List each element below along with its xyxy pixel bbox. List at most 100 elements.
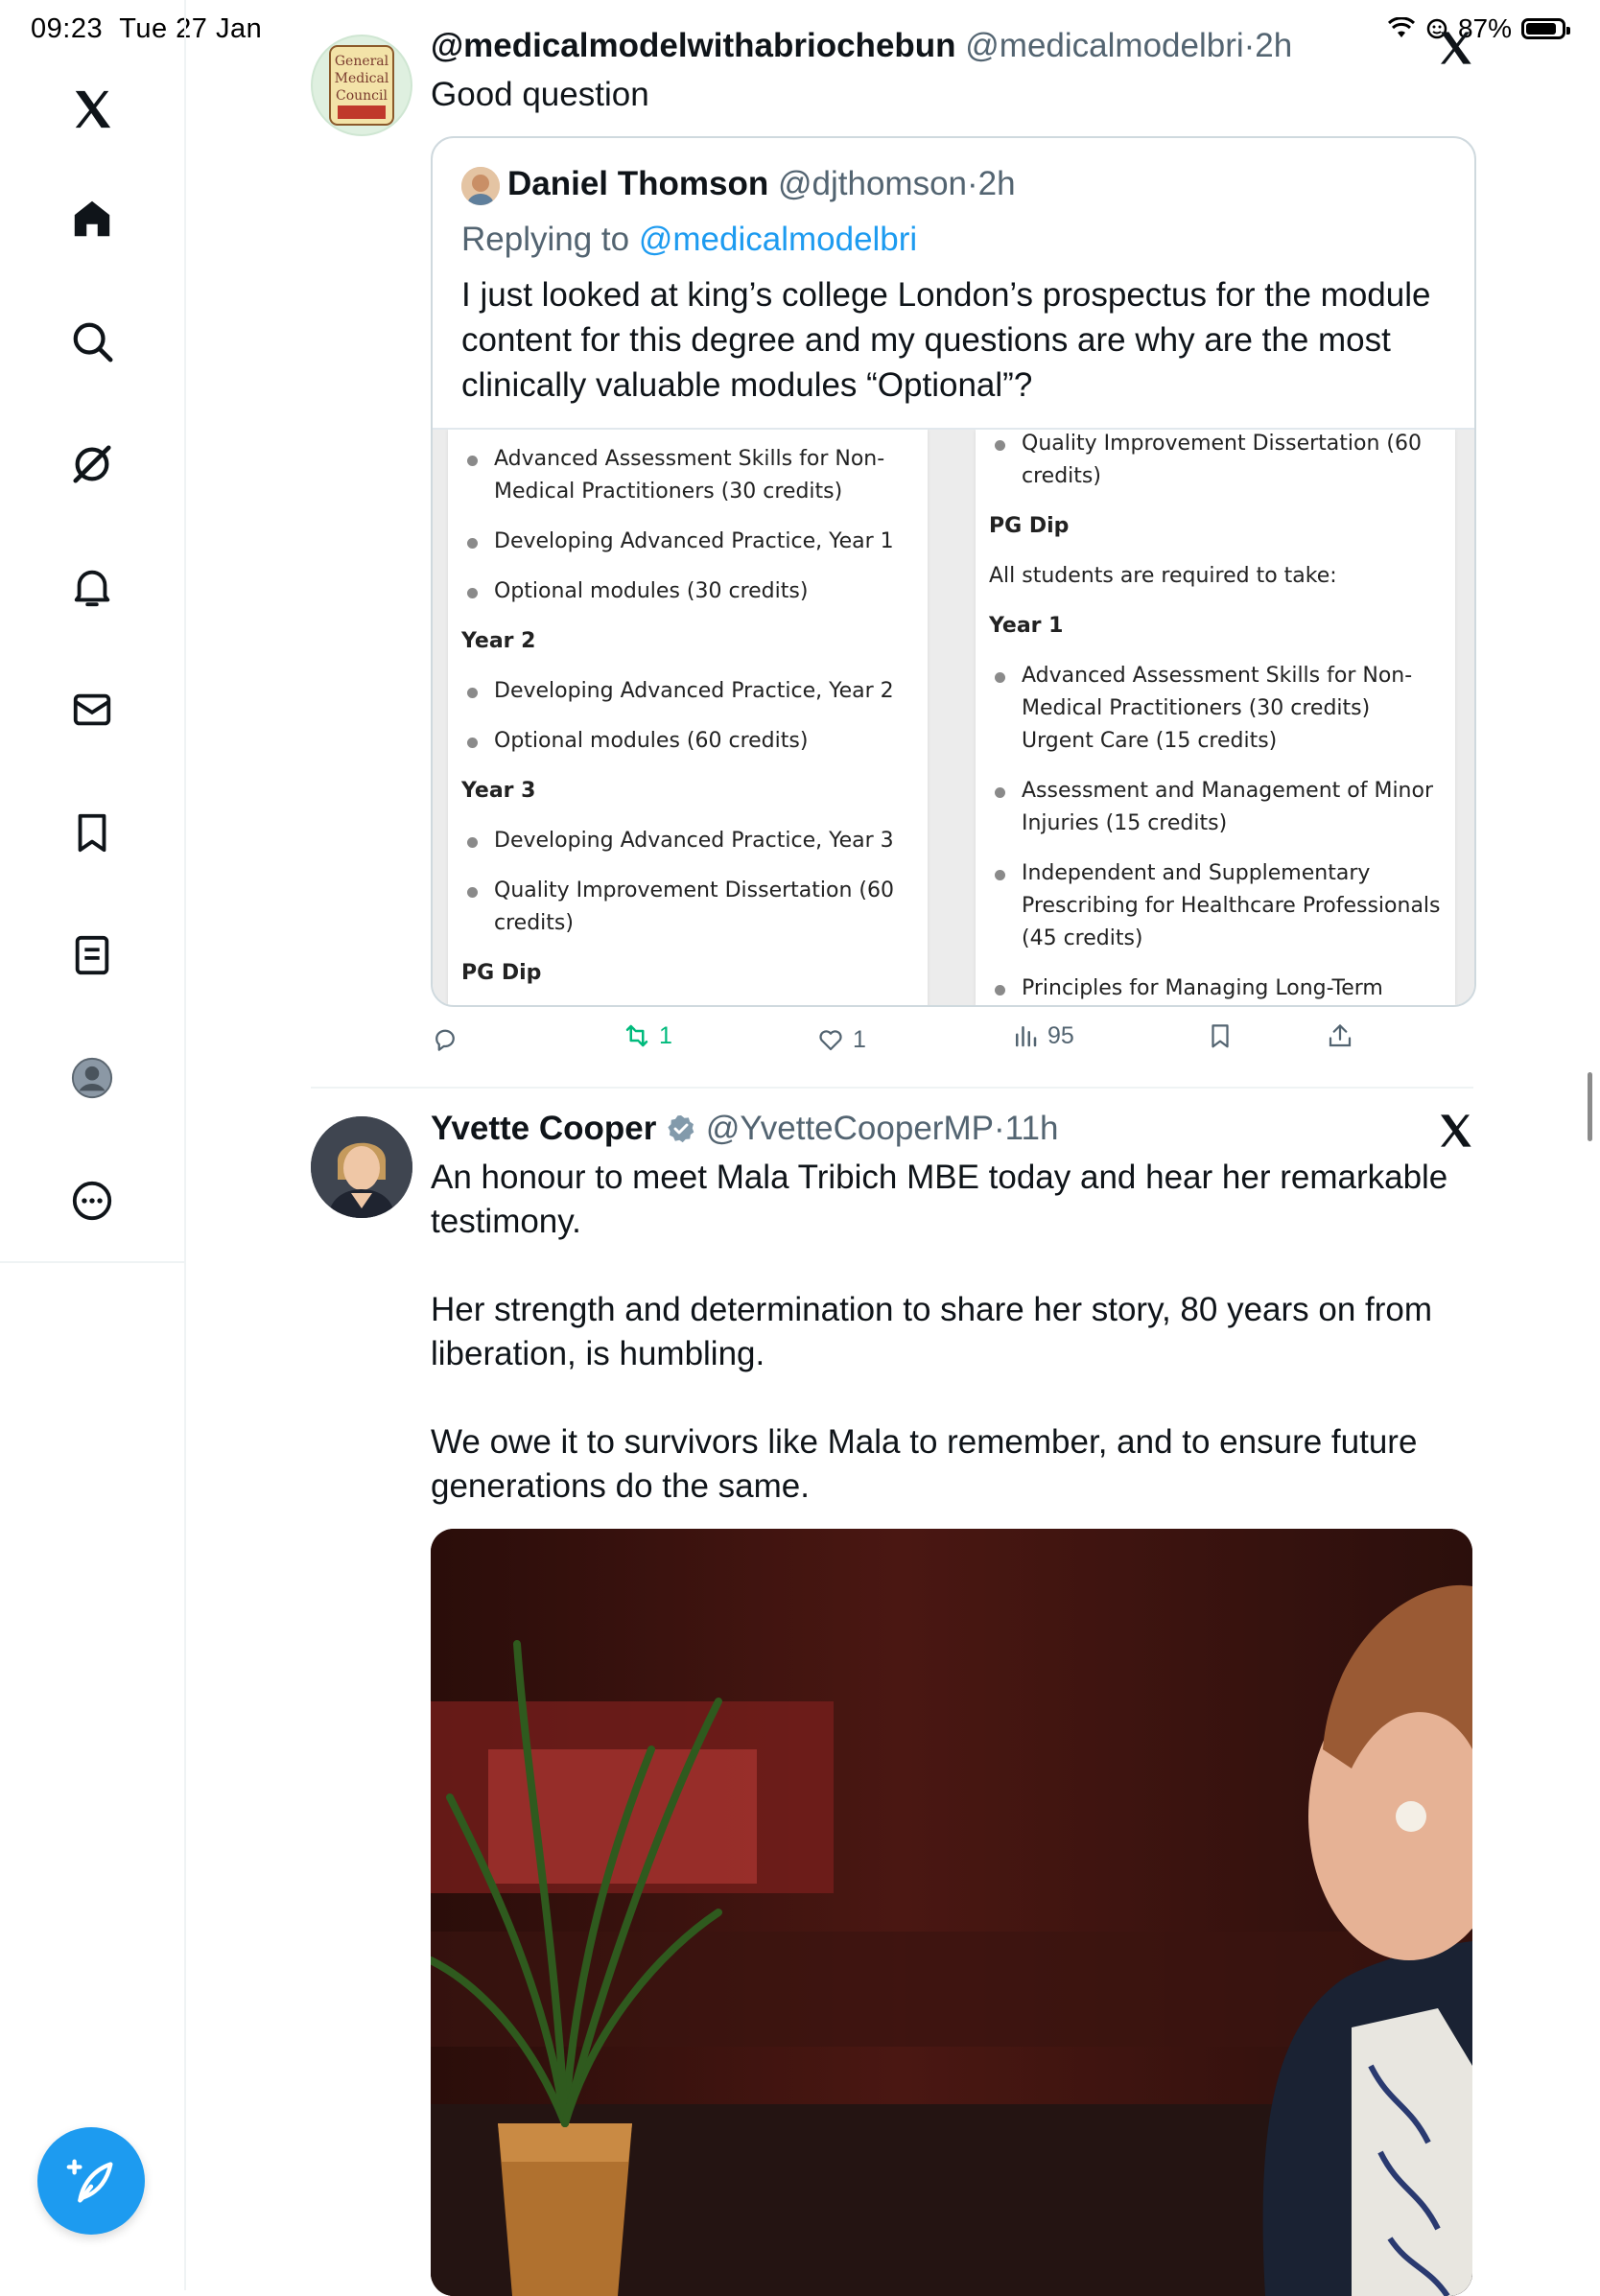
bookmark-icon[interactable]	[58, 798, 127, 867]
quote-avatar	[461, 167, 500, 205]
share-icon	[1329, 1024, 1352, 1047]
quote-handle[interactable]: @djthomson	[778, 165, 967, 202]
tweet-header: @medicalmodelwithabriochebun @medicalmod…	[431, 27, 1292, 65]
sidebar-divider	[0, 1261, 184, 1263]
grok-icon[interactable]	[58, 430, 127, 499]
profile-avatar-icon[interactable]	[58, 1043, 127, 1113]
search-icon[interactable]	[58, 307, 127, 376]
display-name[interactable]: Yvette Cooper	[431, 1110, 656, 1147]
prospectus-line: Developing Advanced Practice, Year 1	[461, 526, 945, 558]
quote-tweet-card[interactable]: Daniel Thomson @djthomson·2h Replying to…	[431, 136, 1476, 1007]
replying-to-link[interactable]: @medicalmodelbri	[639, 221, 917, 258]
scrollbar-thumb[interactable]	[1588, 1072, 1592, 1141]
gmc-logo-line3: Council	[336, 88, 388, 104]
x-mark-icon	[1441, 32, 1471, 64]
handle[interactable]: @medicalmodelbri	[965, 27, 1243, 64]
prospectus-line: PG Dip	[989, 514, 1070, 538]
reply-button[interactable]	[431, 1025, 467, 1054]
prospectus-line: Medical Practitioners (30 credits)	[1022, 696, 1371, 720]
mail-icon[interactable]	[58, 675, 127, 744]
quote-display-name[interactable]: Daniel Thomson	[507, 165, 768, 202]
prospectus-line: Injuries (15 credits)	[1022, 811, 1228, 835]
x-mark-icon	[1441, 1114, 1471, 1147]
status-bar-indicators: 87%	[1387, 13, 1570, 44]
battery-level	[1526, 23, 1557, 35]
tweet-paragraph-2: Her strength and determination to share …	[431, 1291, 1433, 1372]
bell-icon[interactable]	[58, 552, 127, 621]
prospectus-line: Quality Improvement Dissertation (60	[461, 875, 945, 907]
heart-icon	[819, 1030, 842, 1051]
prospectus-line: Developing Advanced Practice, Year 3	[461, 825, 945, 857]
mail-glyph	[73, 693, 111, 726]
prospectus-line: credits)	[1022, 464, 1101, 488]
tweet-paragraph-1: An honour to meet Mala Tribich MBE today…	[431, 1159, 1448, 1240]
prospectus-line: credits)	[494, 911, 574, 935]
lists-icon[interactable]	[58, 921, 127, 990]
views-button[interactable]: 95	[1011, 1021, 1074, 1050]
replying-to-line: Replying to @medicalmodelbri	[461, 221, 917, 259]
bookmark-glyph	[78, 813, 106, 853]
mala-tribich-interview-picture	[431, 1529, 1472, 2296]
verified-badge-icon	[668, 1115, 694, 1143]
prospectus-line: Year 1	[989, 614, 1064, 638]
replying-to-label: Replying to	[461, 221, 630, 258]
grok-glyph	[73, 445, 111, 483]
prospectus-page-left: Advanced Assessment Skills for Non- Medic…	[448, 430, 928, 1005]
prospectus-line: Year 2	[461, 629, 536, 653]
prospectus-line: Optional modules (30 credits)	[461, 575, 945, 608]
like-count: 1	[853, 1025, 866, 1053]
tweet-text: Good question	[431, 76, 649, 113]
timestamp[interactable]: 2h	[1255, 27, 1292, 64]
quote-attached-image[interactable]: Advanced Assessment Skills for Non- Medic…	[433, 428, 1474, 1005]
prospectus-line: Developing Advanced Practice, Year 2	[461, 675, 945, 708]
search-glyph	[73, 322, 113, 363]
lists-glyph	[75, 935, 109, 975]
prospectus-line: Advanced Assessment Skills for Non-	[989, 660, 1472, 692]
quote-timestamp[interactable]: 2h	[978, 165, 1016, 202]
sidebar	[0, 0, 186, 2290]
tweet-video-media[interactable]	[431, 1529, 1472, 2296]
x-logo-icon[interactable]	[58, 75, 127, 144]
prospectus-line: Optional modules (60 credits)	[461, 725, 945, 758]
battery-icon	[1521, 18, 1570, 39]
dot-separator: ·	[993, 1110, 1005, 1147]
avatar-yvette-cooper[interactable]	[311, 1116, 412, 1218]
retweet-icon	[625, 1024, 648, 1047]
dot-separator: ·	[1243, 27, 1256, 64]
more-icon[interactable]	[58, 1166, 127, 1235]
bookmark-action-icon	[1212, 1024, 1229, 1048]
avatar-medicalmodel[interactable]: General Medical Council	[311, 35, 412, 136]
like-button[interactable]: 1	[816, 1025, 866, 1054]
retweet-button[interactable]: 1	[623, 1021, 672, 1050]
prospectus-line: All students are required to take:	[989, 564, 1337, 588]
profile-glyph	[71, 1057, 113, 1099]
quote-dot-separator: ·	[967, 165, 978, 202]
gmc-logo-line1: General	[335, 54, 389, 69]
reply-icon	[435, 1029, 455, 1051]
compose-icon	[66, 2159, 113, 2203]
tweet-header: Yvette Cooper @YvetteCooperMP·11h	[431, 1110, 1058, 1148]
compose-button[interactable]	[37, 2127, 145, 2235]
prospectus-line: Medical Practitioners (30 credits)	[494, 480, 843, 504]
handle[interactable]: @YvetteCooperMP	[706, 1110, 994, 1147]
tweet-paragraph-3: We owe it to survivors like Mala to reme…	[431, 1423, 1418, 1505]
prospectus-line: Quality Improvement Dissertation (60	[989, 430, 1472, 460]
prospectus-line: Advanced Assessment Skills for Non-	[461, 443, 945, 476]
prospectus-line: Assessment and Management of Minor	[989, 775, 1472, 808]
tweet-divider	[311, 1087, 1473, 1089]
bookmark-button[interactable]	[1206, 1021, 1235, 1050]
prospectus-line: (45 credits)	[1022, 926, 1143, 950]
bell-glyph	[74, 570, 110, 607]
prospectus-line: Prescribing for Healthcare Professionals	[1022, 894, 1441, 918]
more-glyph	[72, 1181, 112, 1221]
timestamp[interactable]: 11h	[1005, 1110, 1059, 1147]
quote-header: Daniel Thomson @djthomson·2h	[507, 165, 1016, 203]
prospectus-line: Year 3	[461, 779, 536, 803]
prospectus-page-right: Quality Improvement Dissertation (60 cred…	[976, 430, 1455, 1005]
views-count: 95	[1047, 1021, 1074, 1049]
home-icon[interactable]	[58, 184, 127, 253]
display-name[interactable]: @medicalmodelwithabriochebun	[431, 27, 956, 64]
home-glyph	[74, 200, 110, 237]
share-button[interactable]	[1326, 1021, 1354, 1050]
x-logo-glyph	[75, 90, 111, 129]
